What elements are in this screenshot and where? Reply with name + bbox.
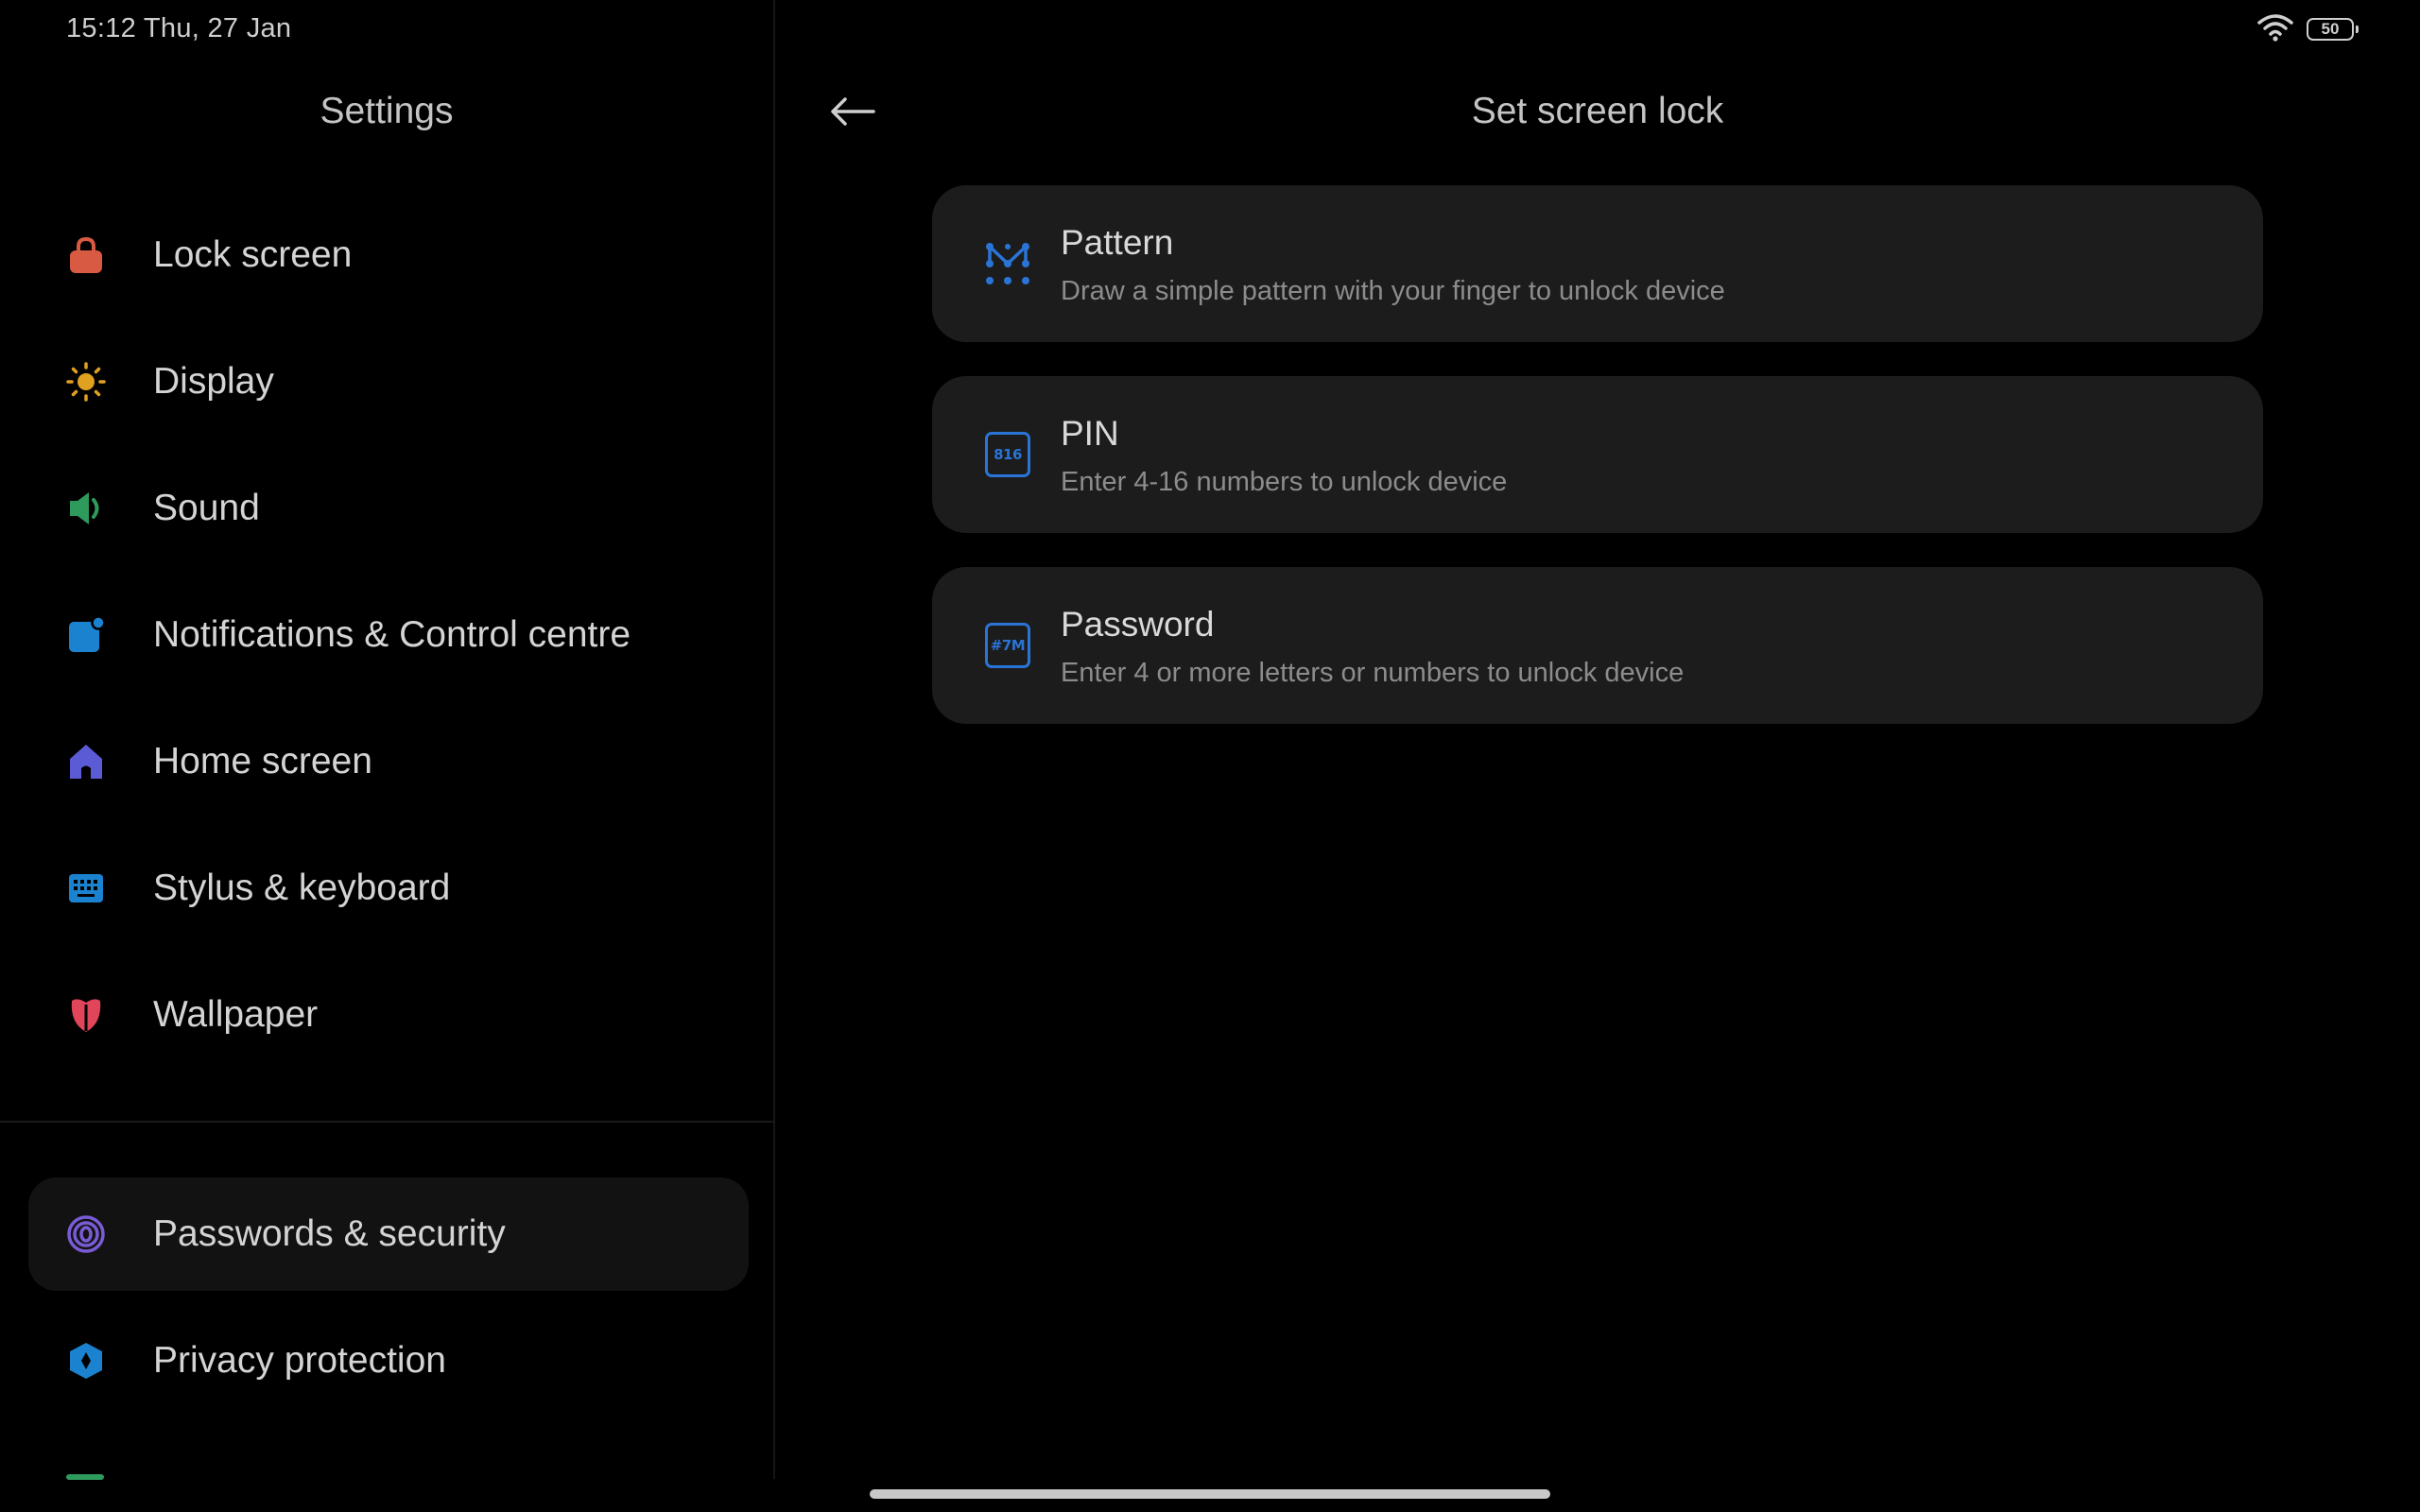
wifi-icon [2257, 13, 2293, 46]
sidebar-item-display[interactable]: Display [28, 325, 749, 438]
option-title: Pattern [1061, 223, 1174, 262]
password-icon: #7M [981, 619, 1034, 672]
option-description: Enter 4-16 numbers to unlock device [1061, 467, 1508, 497]
partial-next-item-icon [66, 1474, 104, 1480]
home-icon [66, 742, 106, 782]
lock-icon [66, 235, 106, 275]
sidebar-item-passwords-security[interactable]: Passwords & security [28, 1177, 749, 1291]
fingerprint-icon [66, 1214, 106, 1254]
battery-level: 50 [2321, 20, 2340, 38]
section-divider [0, 1121, 773, 1123]
sidebar-item-stylus-keyboard[interactable]: Stylus & keyboard [28, 832, 749, 945]
speaker-icon [66, 489, 106, 528]
page-title: Set screen lock [1471, 91, 1724, 131]
sidebar-item-label: Passwords & security [153, 1213, 506, 1254]
home-indicator[interactable] [870, 1489, 1550, 1499]
sidebar-item-privacy-protection[interactable]: Privacy protection [28, 1304, 749, 1418]
sidebar-item-label: Notifications & Control centre [153, 614, 631, 655]
notification-icon [66, 615, 106, 655]
pattern-icon [981, 237, 1034, 290]
pane-divider [773, 0, 775, 1479]
sidebar-item-notifications[interactable]: Notifications & Control centre [28, 578, 749, 692]
flower-icon [66, 995, 106, 1035]
status-icons: 50 [2257, 13, 2359, 46]
option-pin[interactable]: 816 PIN Enter 4-16 numbers to unlock dev… [932, 376, 2263, 533]
sidebar-item-label: Wallpaper [153, 994, 319, 1035]
settings-sidebar: Settings Lock screen Display Sound Notif… [0, 0, 773, 1512]
option-pattern[interactable]: Pattern Draw a simple pattern with your … [932, 185, 2263, 342]
option-description: Draw a simple pattern with your finger t… [1061, 276, 1725, 306]
option-description: Enter 4 or more letters or numbers to un… [1061, 658, 1685, 688]
password-icon-text: #7M [985, 623, 1030, 668]
sidebar-item-home-screen[interactable]: Home screen [28, 705, 749, 818]
sidebar-item-label: Privacy protection [153, 1340, 446, 1381]
sidebar-item-label: Display [153, 361, 274, 402]
option-password[interactable]: #7M Password Enter 4 or more letters or … [932, 567, 2263, 724]
sidebar-item-sound[interactable]: Sound [28, 452, 749, 565]
option-title: PIN [1061, 414, 1119, 453]
sidebar-item-label: Stylus & keyboard [153, 868, 451, 908]
keyboard-icon [66, 868, 106, 908]
battery-icon: 50 [2307, 18, 2359, 41]
privacy-shield-icon [66, 1341, 106, 1381]
pin-icon-text: 816 [985, 432, 1030, 477]
sidebar-item-lock-screen[interactable]: Lock screen [28, 198, 749, 312]
sidebar-item-label: Home screen [153, 741, 372, 782]
pin-icon: 816 [981, 428, 1034, 481]
option-title: Password [1061, 605, 1215, 644]
sidebar-item-label: Sound [153, 488, 260, 528]
sun-icon [66, 362, 106, 402]
screen: 15:12 Thu, 27 Jan 50 Settings Lock scree… [0, 0, 2420, 1512]
sidebar-item-wallpaper[interactable]: Wallpaper [28, 958, 749, 1072]
sidebar-item-label: Lock screen [153, 234, 353, 275]
sidebar-title: Settings [320, 91, 454, 131]
